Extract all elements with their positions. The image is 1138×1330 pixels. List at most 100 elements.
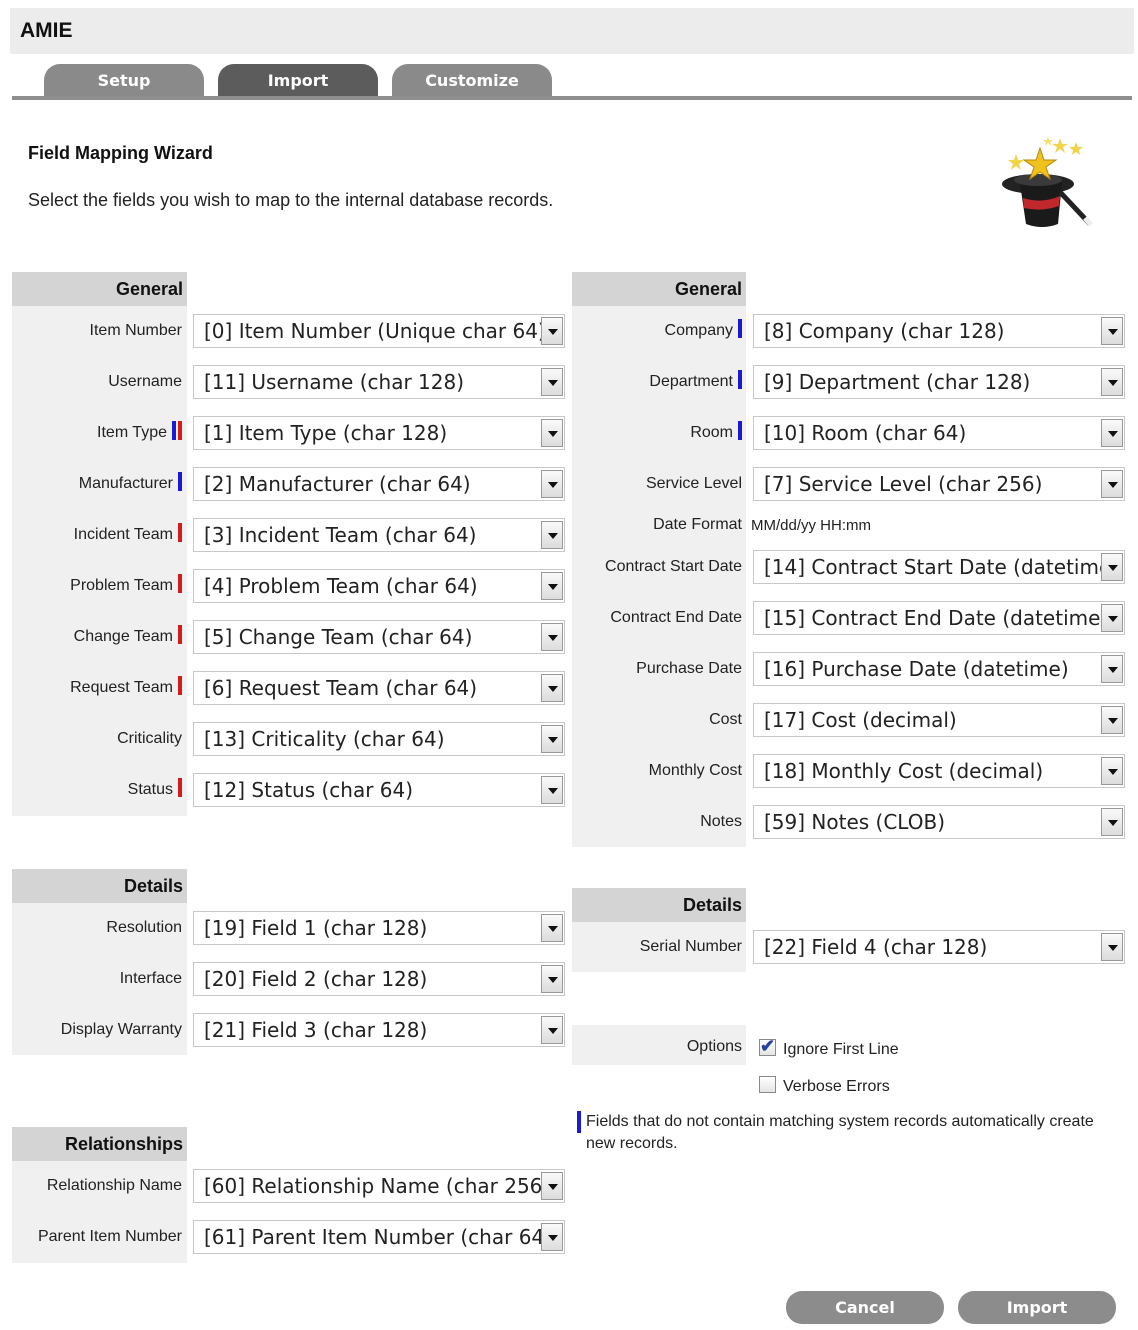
- field-display-warranty-select[interactable]: [21] Field 3 (char 128): [193, 1013, 565, 1047]
- field-room-select[interactable]: [10] Room (char 64): [753, 416, 1125, 450]
- create-records-mark: [577, 1111, 581, 1133]
- field-manufacturer-selected-value: [2] Manufacturer (char 64): [204, 472, 471, 496]
- field-department-label: Department: [580, 365, 742, 399]
- field-service-level-select[interactable]: [7] Service Level (char 256): [753, 467, 1125, 501]
- chevron-down-icon[interactable]: [1101, 933, 1123, 961]
- chevron-down-icon[interactable]: [541, 1172, 563, 1200]
- field-notes-label-text: Notes: [700, 813, 742, 830]
- chevron-down-icon[interactable]: [541, 1016, 563, 1044]
- create-records-mark: [738, 421, 742, 440]
- field-contract-start-date-label-text: Contract Start Date: [605, 558, 742, 575]
- field-purchase-date-label: Purchase Date: [580, 652, 742, 686]
- wizard-title: Field Mapping Wizard: [28, 143, 213, 163]
- field-resolution-select[interactable]: [19] Field 1 (char 128): [193, 911, 565, 945]
- chevron-down-icon[interactable]: [541, 470, 563, 498]
- field-change-team-select[interactable]: [5] Change Team (char 64): [193, 620, 565, 654]
- field-status-select[interactable]: [12] Status (char 64): [193, 773, 565, 807]
- chevron-down-icon[interactable]: [1101, 706, 1123, 734]
- field-criticality-label-text: Criticality: [117, 730, 182, 747]
- field-interface-select[interactable]: [20] Field 2 (char 128): [193, 962, 565, 996]
- app-title: AMIE: [20, 19, 73, 42]
- field-display-warranty-selected-value: [21] Field 3 (char 128): [204, 1018, 428, 1042]
- chevron-down-icon[interactable]: [1101, 604, 1123, 632]
- field-serial-number-select[interactable]: [22] Field 4 (char 128): [753, 930, 1125, 964]
- field-notes-select[interactable]: [59] Notes (CLOB): [753, 805, 1125, 839]
- field-resolution-label: Resolution: [20, 911, 182, 945]
- checkbox-ignore-first-line[interactable]: ✔: [759, 1036, 776, 1056]
- field-manufacturer-select[interactable]: [2] Manufacturer (char 64): [193, 467, 565, 501]
- chevron-down-icon[interactable]: [1101, 553, 1123, 581]
- field-resolution-selected-value: [19] Field 1 (char 128): [204, 916, 428, 940]
- chevron-down-icon[interactable]: [541, 623, 563, 651]
- field-monthly-cost-select[interactable]: [18] Monthly Cost (decimal): [753, 754, 1125, 788]
- field-department-selected-value: [9] Department (char 128): [764, 370, 1031, 394]
- chevron-down-icon[interactable]: [1101, 317, 1123, 345]
- chevron-down-icon[interactable]: [1101, 655, 1123, 683]
- field-contract-end-date-select[interactable]: [15] Contract End Date (datetime): [753, 601, 1125, 635]
- field-problem-team-select[interactable]: [4] Problem Team (char 64): [193, 569, 565, 603]
- tab-import[interactable]: Import: [218, 64, 378, 97]
- required-field-mark: [178, 523, 182, 542]
- date-format-label: Date Format: [653, 516, 742, 533]
- field-cost-label: Cost: [580, 703, 742, 737]
- left-general-header: General: [12, 272, 187, 306]
- field-item-number-label-text: Item Number: [89, 322, 182, 339]
- legend-note: Fields that do not contain matching syst…: [577, 1111, 1117, 1155]
- field-interface-label-text: Interface: [119, 970, 182, 987]
- field-request-team-select[interactable]: [6] Request Team (char 64): [193, 671, 565, 705]
- field-contract-end-date-label-text: Contract End Date: [610, 609, 742, 626]
- field-department-select[interactable]: [9] Department (char 128): [753, 365, 1125, 399]
- field-problem-team-label-text: Problem Team: [70, 577, 173, 594]
- field-relationship-name-select[interactable]: [60] Relationship Name (char 256): [193, 1169, 565, 1203]
- tab-customize[interactable]: Customize: [392, 64, 552, 97]
- field-company-select[interactable]: [8] Company (char 128): [753, 314, 1125, 348]
- field-item-type-label-text: Item Type: [97, 424, 167, 441]
- field-problem-team-label: Problem Team: [20, 569, 182, 603]
- field-criticality-select[interactable]: [13] Criticality (char 64): [193, 722, 565, 756]
- checkbox-label-verbose-errors[interactable]: Verbose Errors: [783, 1078, 890, 1096]
- field-manufacturer-label-text: Manufacturer: [78, 475, 173, 492]
- chevron-down-icon[interactable]: [541, 776, 563, 804]
- create-records-mark: [738, 319, 742, 338]
- chevron-down-icon[interactable]: [1101, 808, 1123, 836]
- field-item-type-select[interactable]: [1] Item Type (char 128): [193, 416, 565, 450]
- field-cost-select[interactable]: [17] Cost (decimal): [753, 703, 1125, 737]
- chevron-down-icon[interactable]: [541, 965, 563, 993]
- chevron-down-icon[interactable]: [541, 368, 563, 396]
- checkbox-verbose-errors[interactable]: [759, 1076, 776, 1093]
- chevron-down-icon[interactable]: [541, 914, 563, 942]
- field-relationship-name-label: Relationship Name: [20, 1169, 182, 1203]
- checkmark-icon: ✔: [760, 1036, 776, 1056]
- chevron-down-icon[interactable]: [541, 572, 563, 600]
- chevron-down-icon[interactable]: [541, 317, 563, 345]
- chevron-down-icon[interactable]: [541, 419, 563, 447]
- chevron-down-icon[interactable]: [541, 521, 563, 549]
- chevron-down-icon[interactable]: [1101, 368, 1123, 396]
- field-manufacturer-label: Manufacturer: [20, 467, 182, 501]
- tab-setup[interactable]: Setup: [44, 64, 204, 97]
- left-details-header: Details: [12, 869, 187, 903]
- field-contract-start-date-select[interactable]: [14] Contract Start Date (datetime): [753, 550, 1125, 584]
- field-notes-selected-value: [59] Notes (CLOB): [764, 810, 945, 834]
- field-display-warranty-label-text: Display Warranty: [60, 1021, 182, 1038]
- chevron-down-icon[interactable]: [1101, 419, 1123, 447]
- options-label: Options: [686, 1038, 742, 1055]
- chevron-down-icon[interactable]: [541, 674, 563, 702]
- field-username-select[interactable]: [11] Username (char 128): [193, 365, 565, 399]
- checkbox-label-ignore-first-line[interactable]: Ignore First Line: [783, 1041, 899, 1059]
- chevron-down-icon[interactable]: [541, 1223, 563, 1251]
- import-button[interactable]: Import: [958, 1291, 1116, 1324]
- chevron-down-icon[interactable]: [541, 725, 563, 753]
- field-parent-item-number-label: Parent Item Number: [20, 1220, 182, 1254]
- field-parent-item-number-select[interactable]: [61] Parent Item Number (char 64): [193, 1220, 565, 1254]
- field-cost-selected-value: [17] Cost (decimal): [764, 708, 957, 732]
- required-field-mark: [178, 574, 182, 593]
- chevron-down-icon[interactable]: [1101, 757, 1123, 785]
- field-item-number-select[interactable]: [0] Item Number (Unique char 64): [193, 314, 565, 348]
- field-purchase-date-select[interactable]: [16] Purchase Date (datetime): [753, 652, 1125, 686]
- field-interface-selected-value: [20] Field 2 (char 128): [204, 967, 428, 991]
- field-change-team-label: Change Team: [20, 620, 182, 654]
- chevron-down-icon[interactable]: [1101, 470, 1123, 498]
- cancel-button[interactable]: Cancel: [786, 1291, 944, 1324]
- field-incident-team-select[interactable]: [3] Incident Team (char 64): [193, 518, 565, 552]
